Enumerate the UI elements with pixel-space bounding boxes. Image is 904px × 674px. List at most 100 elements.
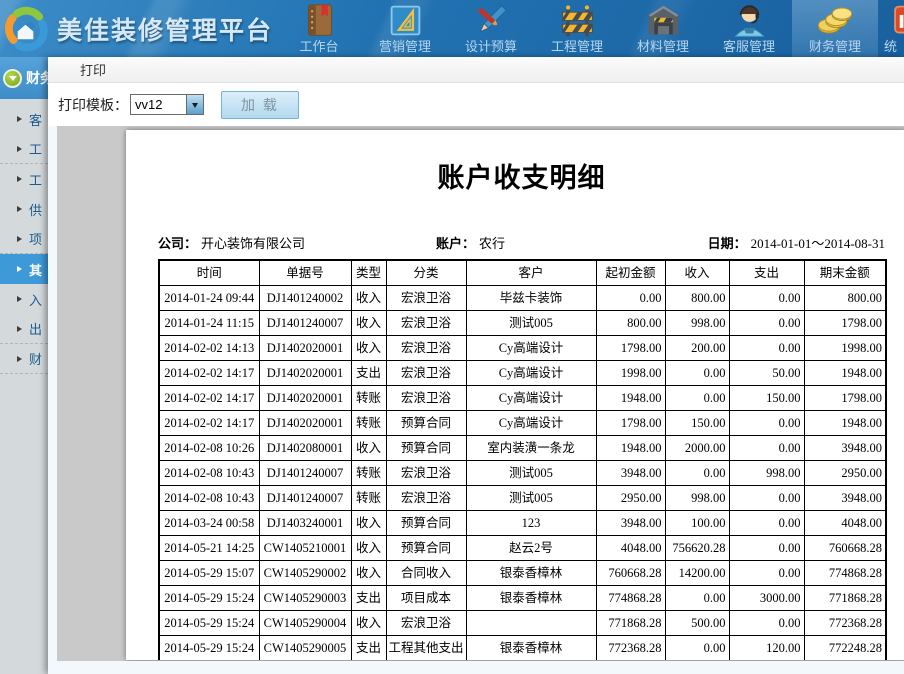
column-header: 时间: [159, 260, 259, 286]
table-cell: 0.00: [729, 486, 804, 511]
table-cell: 50.00: [729, 361, 804, 386]
table-cell: 0.00: [596, 286, 665, 311]
table-cell: 银泰香樟林: [466, 636, 596, 661]
app-title: 美佳装修管理平台: [57, 11, 273, 47]
nav-item-统[interactable]: 统: [878, 0, 904, 57]
table-cell: Cy高端设计: [466, 361, 596, 386]
table-cell: DJ1401240007: [259, 461, 351, 486]
table-cell: 室内装潢一条龙: [466, 436, 596, 461]
table-cell: 2014-02-02 14:17: [159, 361, 259, 386]
table-cell: 收入: [351, 436, 386, 461]
table-cell: 宏浪卫浴: [386, 386, 466, 411]
table-cell: 转账: [351, 486, 386, 511]
sidebar: 财务 客工工供项其入出财: [0, 57, 48, 674]
table-row: 2014-05-29 15:24CW1405290003支出项目成本银泰香樟林7…: [159, 586, 886, 611]
nav-item-工程管理[interactable]: 工程管理: [534, 0, 620, 57]
table-cell: 1948.00: [804, 361, 886, 386]
table-cell: 772368.28: [596, 636, 665, 661]
table-cell: 756620.28: [665, 536, 729, 561]
table-cell: 0.00: [729, 611, 804, 636]
sidebar-item-客[interactable]: 客: [0, 104, 48, 134]
table-cell: 转账: [351, 411, 386, 436]
table-cell: 收入: [351, 611, 386, 636]
table-cell: 3000.00: [729, 586, 804, 611]
table-cell: 预算合同: [386, 536, 466, 561]
workbench-book-icon: [301, 0, 338, 39]
table-cell: 200.00: [665, 336, 729, 361]
template-select[interactable]: vv12: [130, 94, 204, 115]
arrow-right-icon: [17, 146, 25, 152]
table-cell: 2014-05-29 15:24: [159, 611, 259, 636]
table-row: 2014-05-29 15:24CW1405290004收入宏浪卫浴771868…: [159, 611, 886, 636]
nav-item-营销管理[interactable]: 营销管理: [362, 0, 448, 57]
sidebar-header[interactable]: 财务: [0, 57, 48, 99]
table-cell: 0.00: [729, 536, 804, 561]
nav-item-材料管理[interactable]: 材料管理: [620, 0, 706, 57]
table-cell: 998.00: [665, 311, 729, 336]
chevron-down-icon[interactable]: [186, 95, 203, 114]
construction-barrier-icon: [559, 0, 596, 39]
table-cell: 1798.00: [804, 386, 886, 411]
sidebar-item-入[interactable]: 入: [0, 284, 48, 314]
nav-item-财务管理[interactable]: 财务管理: [792, 0, 878, 57]
sidebar-item-label: 供: [29, 200, 42, 219]
arrow-right-icon: [17, 326, 25, 332]
sidebar-item-其[interactable]: 其: [0, 254, 48, 284]
table-cell: DJ1401240002: [259, 286, 351, 311]
table-cell: 2014-01-24 11:15: [159, 311, 259, 336]
arrow-right-icon: [17, 176, 25, 182]
table-cell: 2014-02-02 14:17: [159, 386, 259, 411]
table-cell: 0.00: [665, 386, 729, 411]
sidebar-item-label: 入: [29, 290, 42, 309]
table-cell: Cy高端设计: [466, 386, 596, 411]
table-cell: 0.00: [665, 586, 729, 611]
table-row: 2014-02-02 14:13DJ1402020001收入宏浪卫浴Cy高端设计…: [159, 336, 886, 361]
table-cell: 预算合同: [386, 511, 466, 536]
nav-item-label: 财务管理: [809, 39, 861, 55]
sidebar-item-工[interactable]: 工: [0, 164, 48, 194]
sidebar-item-项[interactable]: 项: [0, 224, 48, 254]
column-header: 类型: [351, 260, 386, 286]
sidebar-item-财[interactable]: 财: [0, 344, 48, 374]
table-cell: 1798.00: [804, 311, 886, 336]
table-cell: 998.00: [729, 461, 804, 486]
table-cell: 预算合同: [386, 436, 466, 461]
table-cell: 宏浪卫浴: [386, 361, 466, 386]
table-cell: 4048.00: [596, 536, 665, 561]
table-cell: 支出: [351, 636, 386, 661]
print-panel: 打印 打印模板： vv12 加 载 账户收支明细 公司：开心装饰有限公司 账户：…: [48, 57, 904, 674]
design-tools-icon: [473, 0, 510, 39]
table-cell: 800.00: [665, 286, 729, 311]
nav-item-设计预算[interactable]: 设计预算: [448, 0, 534, 57]
table-cell: 500.00: [665, 611, 729, 636]
nav-item-工作台[interactable]: 工作台: [276, 0, 362, 57]
sidebar-item-label: 其: [29, 260, 42, 279]
nav-item-客服管理[interactable]: 客服管理: [706, 0, 792, 57]
table-cell: CW1405290002: [259, 561, 351, 586]
table-cell: 收入: [351, 561, 386, 586]
table-cell: 0.00: [729, 511, 804, 536]
table-cell: 2950.00: [804, 461, 886, 486]
table-cell: 800.00: [804, 286, 886, 311]
table-cell: 1798.00: [596, 336, 665, 361]
load-button[interactable]: 加 载: [221, 91, 299, 119]
table-cell: 0.00: [729, 336, 804, 361]
table-cell: 毕兹卡装饰: [466, 286, 596, 311]
table-cell: DJ1402020001: [259, 336, 351, 361]
nav-item-label: 统: [884, 39, 897, 55]
sidebar-item-出[interactable]: 出: [0, 314, 48, 344]
table-cell: 支出: [351, 361, 386, 386]
table-cell: 转账: [351, 386, 386, 411]
arrow-right-icon: [17, 236, 25, 242]
table-cell: 1948.00: [804, 411, 886, 436]
table-cell: 771868.28: [804, 586, 886, 611]
table-header-row: 时间单据号类型分类客户起初金额收入支出期末金额: [159, 260, 886, 286]
sidebar-item-供[interactable]: 供: [0, 194, 48, 224]
template-select-value: vv12: [131, 95, 186, 114]
tab-print[interactable]: 打印: [80, 60, 106, 79]
sidebar-item-工[interactable]: 工: [0, 134, 48, 164]
table-cell: 14200.00: [665, 561, 729, 586]
report-company: 公司：开心装饰有限公司: [158, 233, 436, 252]
table-cell: 2014-05-21 14:25: [159, 536, 259, 561]
table-cell: 4048.00: [804, 511, 886, 536]
